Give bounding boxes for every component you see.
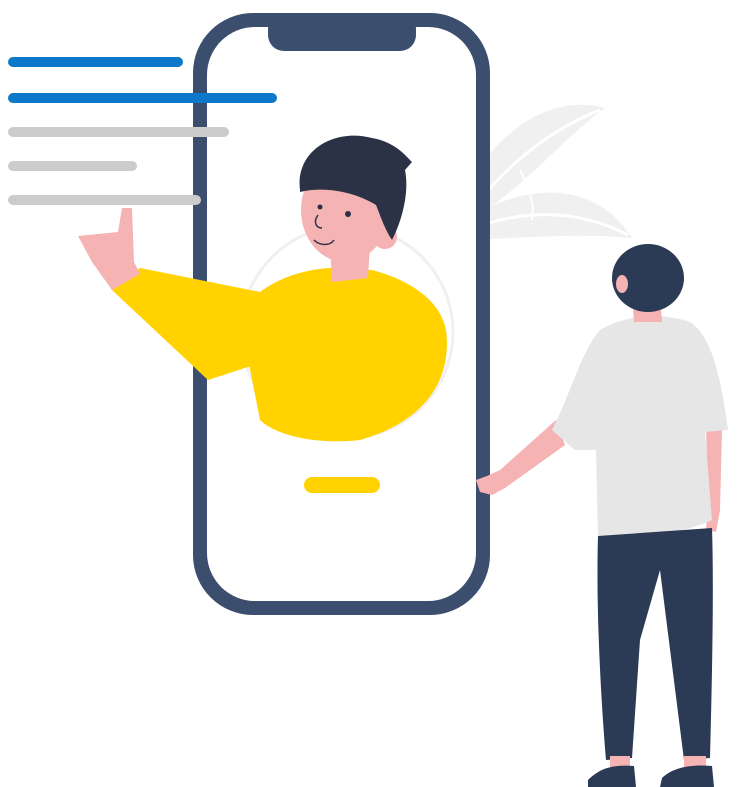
call-button: [304, 477, 380, 493]
left-shoe: [588, 765, 636, 787]
light-shirt: [552, 316, 728, 538]
pointing-hand: [78, 208, 140, 290]
standing-man: [476, 244, 728, 787]
navy-pants: [597, 528, 713, 760]
video-call-illustration: [8, 13, 728, 787]
right-shoe: [660, 765, 714, 787]
illustration-stage: [0, 0, 750, 787]
phone-notch: [268, 13, 416, 51]
